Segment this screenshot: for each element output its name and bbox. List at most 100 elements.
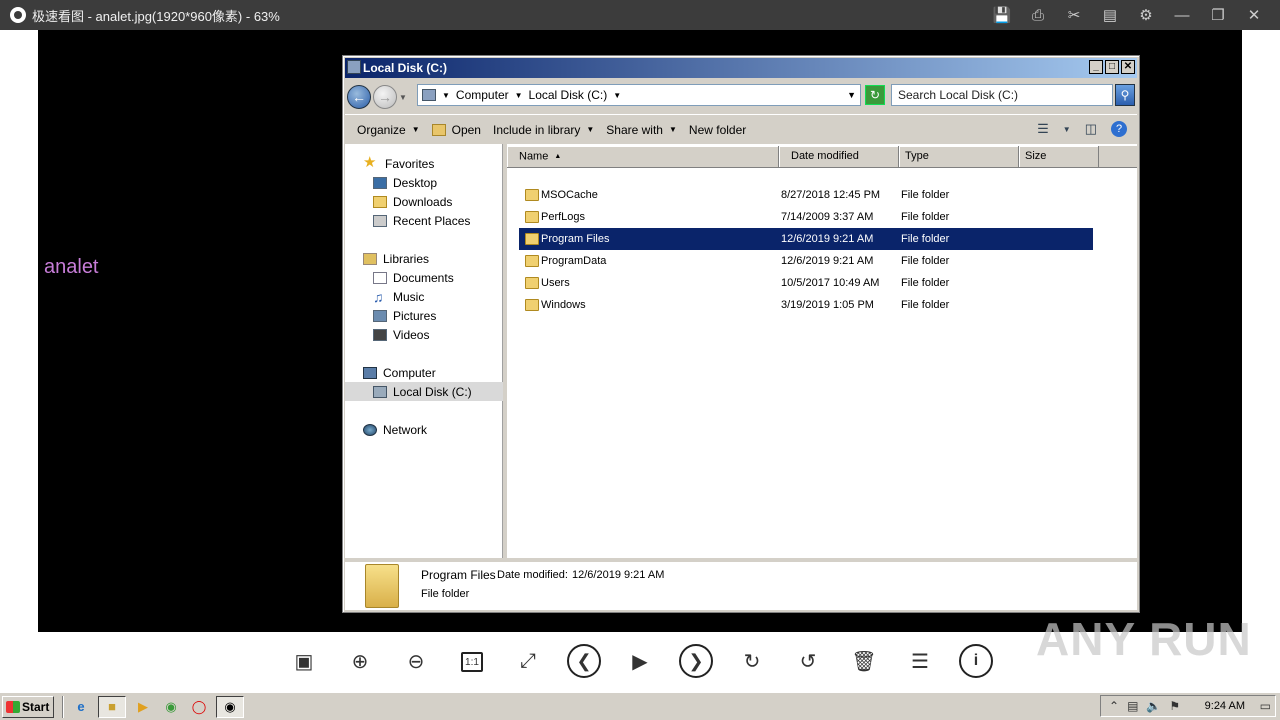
maximize-button[interactable]: □ (1105, 60, 1119, 74)
command-bar: Organize ▼ Open Include in library ▼ Share… (345, 114, 1137, 144)
nav-network[interactable]: Network (363, 420, 519, 439)
view-dropdown-icon[interactable]: ▼ (1063, 125, 1071, 134)
image-text: analet (44, 256, 99, 278)
view-options-icon[interactable]: ☰ (1037, 121, 1049, 137)
viewer-logo-icon (10, 7, 26, 23)
chevron-down-icon[interactable]: ▼ (613, 91, 621, 100)
start-button[interactable]: Start (2, 695, 54, 718)
details-modified-value: 12/6/2019 9:21 AM (572, 569, 665, 581)
file-row-selected[interactable]: Program Files 12/6/2019 9:21 AM File folde… (519, 228, 1093, 250)
zoom-in-icon[interactable]: ⊕ (345, 646, 375, 676)
new-folder-button[interactable]: New folder (689, 123, 746, 137)
restore-icon[interactable]: ❐ (1200, 0, 1236, 30)
chevron-down-icon: ▼ (586, 125, 595, 134)
file-date: 3/19/2019 1:05 PM (781, 299, 874, 311)
minimize-icon[interactable]: — (1164, 0, 1200, 30)
nav-label: Pictures (393, 308, 437, 323)
close-icon[interactable]: ✕ (1236, 0, 1272, 30)
explorer-title: Local Disk (C:) (363, 61, 448, 75)
search-icon[interactable]: ⚲ (1115, 84, 1135, 106)
info-icon[interactable]: i (959, 644, 993, 678)
column-label: Size (1025, 150, 1047, 162)
libraries-icon (363, 252, 377, 265)
share-with-button[interactable]: Share with ▼ (606, 123, 677, 137)
rotate-right-icon[interactable]: ↻ (737, 646, 767, 676)
file-type: File folder (901, 277, 950, 289)
drive-icon (422, 89, 436, 101)
include-label: Include in library (492, 122, 581, 137)
internet-explorer-icon[interactable]: e (70, 696, 92, 718)
forward-button[interactable]: → (373, 85, 397, 109)
save-icon[interactable]: 💾 (984, 0, 1020, 30)
organize-label: Organize (357, 122, 406, 137)
file-row[interactable]: ProgramData 12/6/2019 9:21 AM File folder (519, 250, 1093, 272)
image-icon[interactable]: ▣ (289, 646, 319, 676)
opera-icon[interactable]: ◯ (188, 696, 210, 718)
organize-button[interactable]: Organize ▼ (357, 123, 420, 137)
back-button[interactable]: ← (347, 85, 371, 109)
show-desktop-icon[interactable]: ▭ (1260, 699, 1271, 713)
explorer-titlebar: Local Disk (C:) _ □ ✕ (345, 58, 1137, 78)
column-name[interactable]: Name ▲ (507, 146, 779, 167)
rotate-left-icon[interactable]: ↺ (793, 646, 823, 676)
address-dropdown-icon[interactable]: ▼ (847, 90, 856, 100)
nav-label: Local Disk (C:) (393, 384, 472, 399)
chrome-icon[interactable]: ◉ (160, 696, 182, 718)
nav-label: Favorites (385, 156, 435, 171)
column-date-modified[interactable]: Date modified (779, 146, 899, 167)
breadcrumb-localdisk[interactable]: Local Disk (C:) (529, 88, 608, 102)
chevron-down-icon[interactable]: ▼ (515, 91, 523, 100)
nav-libraries[interactable]: Libraries (363, 249, 519, 268)
tray-expand-icon[interactable]: ⌃ (1109, 699, 1119, 713)
cut-icon[interactable]: ✂ (1056, 0, 1092, 30)
nav-local-disk[interactable]: Local Disk (C:) (345, 382, 503, 401)
chevron-down-icon: ▼ (668, 125, 677, 134)
file-type: File folder (901, 299, 950, 311)
print-icon[interactable]: ⎙ (1020, 0, 1056, 30)
menu-icon[interactable]: ☰ (905, 646, 935, 676)
column-label: Name (519, 150, 549, 163)
comment-icon[interactable]: ▤ (1092, 0, 1128, 30)
column-type[interactable]: Type (899, 146, 1019, 167)
breadcrumb-computer[interactable]: Computer (456, 88, 509, 102)
address-bar[interactable]: ▼ Computer ▼ Local Disk (C:) ▼ ▼ (417, 84, 861, 106)
newfolder-label: New folder (688, 122, 747, 137)
column-size[interactable]: Size (1019, 146, 1099, 167)
volume-icon[interactable]: 🔈 (1146, 699, 1161, 713)
nav-computer[interactable]: Computer (363, 363, 519, 382)
file-row[interactable]: Windows 3/19/2019 1:05 PM File folder (519, 294, 1093, 316)
media-player-icon[interactable]: ▶ (132, 696, 154, 718)
file-row[interactable]: MSOCache 8/27/2018 12:45 PM File folder (519, 184, 1093, 206)
folder-icon (525, 189, 539, 201)
close-button[interactable]: ✕ (1121, 60, 1135, 74)
help-icon[interactable]: ? (1111, 121, 1127, 137)
file-row[interactable]: Users 10/5/2017 10:49 AM File folder (519, 272, 1093, 294)
next-icon[interactable]: ❯ (679, 644, 713, 678)
explorer-taskbar-icon[interactable]: ■ (98, 695, 126, 718)
chevron-down-icon[interactable]: ▼ (442, 91, 450, 100)
details-name: Program Files (421, 568, 496, 582)
file-name: Users (541, 277, 570, 289)
include-in-library-button[interactable]: Include in library ▼ (493, 123, 594, 137)
settings-icon[interactable]: ⚙ (1128, 0, 1164, 30)
file-row[interactable]: PerfLogs 7/14/2009 3:37 AM File folder (519, 206, 1093, 228)
network-tray-icon[interactable]: ▤ (1127, 699, 1138, 713)
actual-size-icon[interactable]: 1:1 (461, 652, 483, 672)
zoom-out-icon[interactable]: ⊖ (401, 646, 431, 676)
image-viewer-taskbar-icon[interactable]: ◉ (216, 695, 244, 718)
open-button[interactable]: Open (431, 123, 481, 137)
delete-icon[interactable]: 🗑 (849, 646, 879, 676)
slideshow-icon[interactable]: ▶ (625, 646, 655, 676)
fit-icon[interactable]: ⤢ (513, 646, 543, 676)
prev-icon[interactable]: ❮ (567, 644, 601, 678)
nav-favorites[interactable]: ★ Favorites (363, 154, 519, 173)
minimize-button[interactable]: _ (1089, 60, 1103, 74)
history-dropdown-icon[interactable]: ▼ (399, 93, 407, 102)
preview-pane-icon[interactable]: ◫ (1085, 121, 1097, 137)
search-input[interactable]: Search Local Disk (C:) (891, 84, 1113, 106)
refresh-button[interactable]: ↻ (865, 85, 885, 105)
flag-icon[interactable]: ⚑ (1169, 699, 1180, 713)
file-type: File folder (901, 211, 950, 223)
clock[interactable]: 9:24 AM (1205, 700, 1245, 712)
viewer-toolbar: 💾 ⎙ ✂ ▤ ⚙ — ❐ ✕ (984, 0, 1272, 30)
